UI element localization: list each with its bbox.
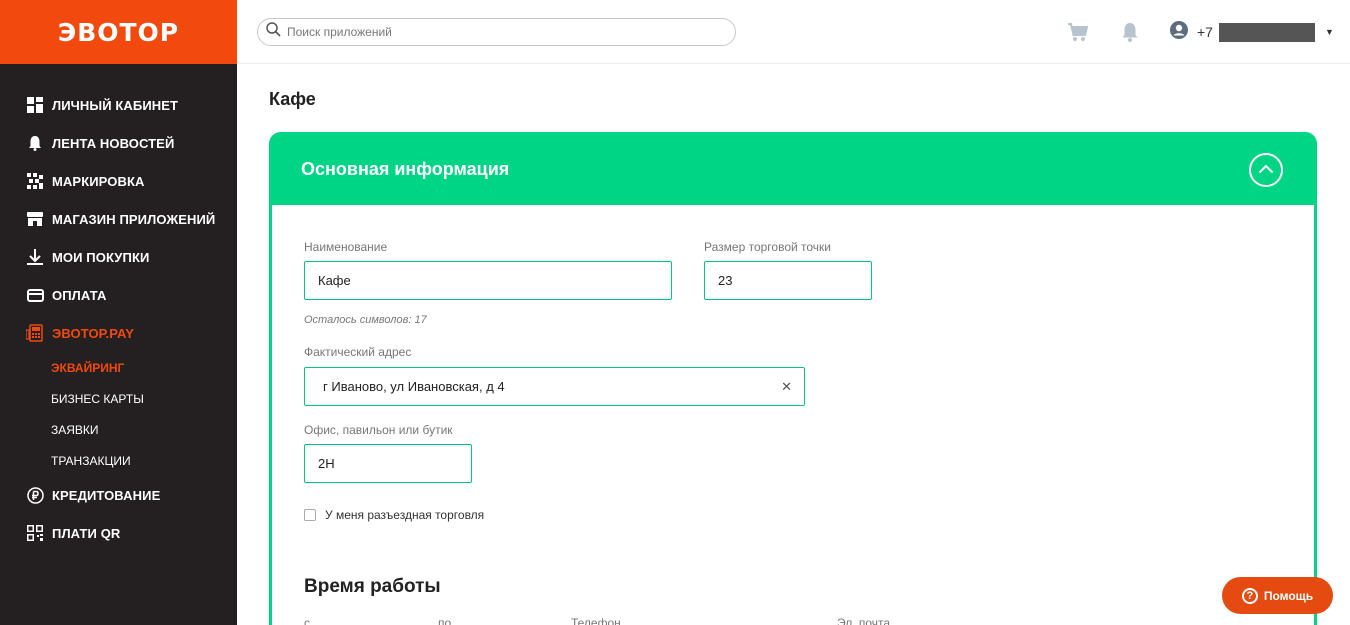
size-field-value: 23 [718,273,733,288]
search-input[interactable] [287,25,707,39]
search-box[interactable] [257,18,736,46]
name-field[interactable]: Кафе [304,261,672,300]
sidebar-menu: Личный кабинет Лента новостей Маркировка… [0,86,237,552]
address-label: Фактический адрес [304,345,412,359]
size-label: Размер торговой точки [704,240,832,254]
card-title: Основная информация [301,159,510,179]
sidebar-item-cabinet[interactable]: Личный кабинет [0,86,237,124]
email-label: Эл. почта [837,616,891,625]
user-phone: +7 [1197,24,1213,40]
sidebar-item-label: Лента новостей [52,135,175,151]
cart-icon[interactable] [1067,21,1089,43]
chevron-down-icon[interactable]: ▼ [1325,27,1334,37]
main-info-card: Основная информация Наименование Кафе Ос… [269,132,1317,625]
work-time-to-label: по [438,616,452,625]
phone-label: Телефон [571,616,621,625]
office-label: Офис, павильон или бутик [304,423,453,437]
work-time-title: Время работы [304,576,441,597]
pos-terminal-icon [26,324,44,342]
office-field[interactable]: 2Н [304,444,472,483]
mobile-trade-checkbox[interactable] [304,509,316,521]
address-field[interactable]: г Иваново, ул Ивановская, д 4 ✕ [304,367,805,406]
office-field-value: 2Н [318,456,335,471]
help-button[interactable]: ? Помощь [1222,577,1333,614]
page-title: Кафе [269,89,316,109]
user-avatar-icon [1169,20,1189,45]
sidebar-item-news[interactable]: Лента новостей [0,124,237,162]
sidebar-item-label: Кредитование [52,487,161,503]
address-field-value: г Иваново, ул Ивановская, д 4 [323,379,505,394]
sidebar-item-label: Маркировка [52,173,145,189]
sidebar-item-pay-qr[interactable]: Плати QR [0,514,237,552]
sidebar-item-label: Личный кабинет [52,97,179,113]
sidebar-item-payment[interactable]: Оплата [0,276,237,314]
dashboard-icon [26,96,44,114]
chevron-up-icon [1258,161,1274,179]
card-header: Основная информация [269,132,1317,205]
logo[interactable]: ЭВОТОР [0,0,237,64]
download-icon [26,248,44,266]
mobile-trade-checkbox-row[interactable]: У меня разъездная торговля [304,508,484,522]
evotor-pay-submenu: Эквайринг Бизнес карты Заявки Транзакции [0,352,237,476]
clear-icon[interactable]: ✕ [781,379,792,395]
size-field[interactable]: 23 [704,261,872,300]
search-icon [266,22,281,42]
store-icon [26,210,44,228]
collapse-button[interactable] [1249,153,1283,187]
work-time-from-label: с [304,616,310,625]
top-header: +7 ▼ [237,0,1350,64]
ruble-icon [26,486,44,504]
sidebar: ЭВОТОР Личный кабинет Лента новостей Мар… [0,0,237,625]
submenu-item-acquiring[interactable]: Эквайринг [0,352,237,383]
phone-redacted [1218,22,1315,42]
logo-text: ЭВОТОР [57,17,180,47]
sidebar-item-label: Мои покупки [52,249,150,265]
card-icon [26,286,44,304]
sidebar-item-purchases[interactable]: Мои покупки [0,238,237,276]
sidebar-item-label: Магазин приложений [52,211,216,227]
mobile-trade-label: У меня разъездная торговля [325,508,485,522]
name-field-value: Кафе [318,273,351,288]
question-icon: ? [1241,587,1258,604]
user-menu[interactable]: +7 ▼ [1169,20,1334,45]
sidebar-item-evotor-pay[interactable]: Эвотор.PAY [0,314,237,352]
sidebar-item-label: Эвотор.PAY [52,325,135,341]
name-label: Наименование [304,240,388,254]
name-hint: Осталось символов: 17 [304,314,427,326]
submenu-item-business-cards[interactable]: Бизнес карты [0,383,237,414]
help-label: Помощь [1263,588,1314,603]
sidebar-item-label: Плати QR [52,525,121,541]
sidebar-item-marking[interactable]: Маркировка [0,162,237,200]
sidebar-item-credit[interactable]: Кредитование [0,476,237,514]
sidebar-item-app-store[interactable]: Магазин приложений [0,200,237,238]
bell-icon [26,134,44,152]
sidebar-item-label: Оплата [52,287,107,303]
submenu-item-transactions[interactable]: Транзакции [0,445,237,476]
qr-pattern-icon [26,172,44,190]
notifications-bell-icon[interactable] [1119,21,1141,43]
submenu-item-requests[interactable]: Заявки [0,414,237,445]
qr-code-icon [26,524,44,542]
